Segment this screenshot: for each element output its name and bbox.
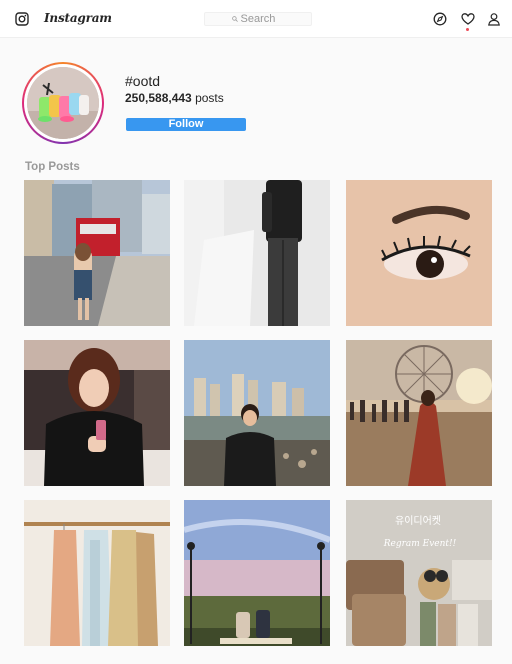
post-image xyxy=(184,180,330,326)
post-tile-riverside[interactable] xyxy=(184,340,330,486)
notification-dot xyxy=(466,28,469,31)
post-image xyxy=(24,340,170,486)
heart-icon[interactable] xyxy=(461,12,475,26)
hashtag-title: #ootd xyxy=(125,73,161,89)
post-tile-leather-jacket[interactable] xyxy=(184,180,330,326)
post-image xyxy=(24,180,170,326)
post-image xyxy=(184,340,330,486)
instagram-camera-icon[interactable] xyxy=(15,12,29,26)
post-tile-street-outfit[interactable] xyxy=(24,180,170,326)
post-image xyxy=(346,340,492,486)
top-posts-heading: Top Posts xyxy=(25,161,80,173)
avatar-image xyxy=(27,67,99,139)
post-tile-regram-event[interactable]: 유이디어켓 Regram Event!! xyxy=(346,500,492,646)
post-tile-ferris-wheel[interactable] xyxy=(346,340,492,486)
post-image: 유이디어켓 Regram Event!! xyxy=(346,500,492,646)
instagram-wordmark[interactable]: Instagram xyxy=(44,11,112,25)
top-nav: Instagram xyxy=(0,0,512,38)
post-image xyxy=(346,180,492,326)
overlay-text-event: Regram Event!! xyxy=(383,539,457,549)
search-icon xyxy=(231,16,238,22)
compass-icon[interactable] xyxy=(433,12,447,26)
user-icon[interactable] xyxy=(487,12,501,26)
post-image xyxy=(24,500,170,646)
overlay-text-title: 유이디어켓 xyxy=(395,515,441,527)
search-box[interactable] xyxy=(204,12,312,26)
post-tile-black-top[interactable] xyxy=(24,340,170,486)
posts-count-label: posts xyxy=(195,91,224,105)
post-tile-park-sunset[interactable] xyxy=(184,500,330,646)
hashtag-avatar xyxy=(22,62,104,144)
posts-count-number: 250,588,443 xyxy=(125,91,192,105)
post-tile-eyelash[interactable] xyxy=(346,180,492,326)
post-tile-hanging-shirts[interactable] xyxy=(24,500,170,646)
follow-button[interactable]: Follow xyxy=(126,118,246,131)
post-image xyxy=(184,500,330,646)
posts-count: 250,588,443 posts xyxy=(125,91,224,105)
search-input[interactable] xyxy=(240,13,285,25)
